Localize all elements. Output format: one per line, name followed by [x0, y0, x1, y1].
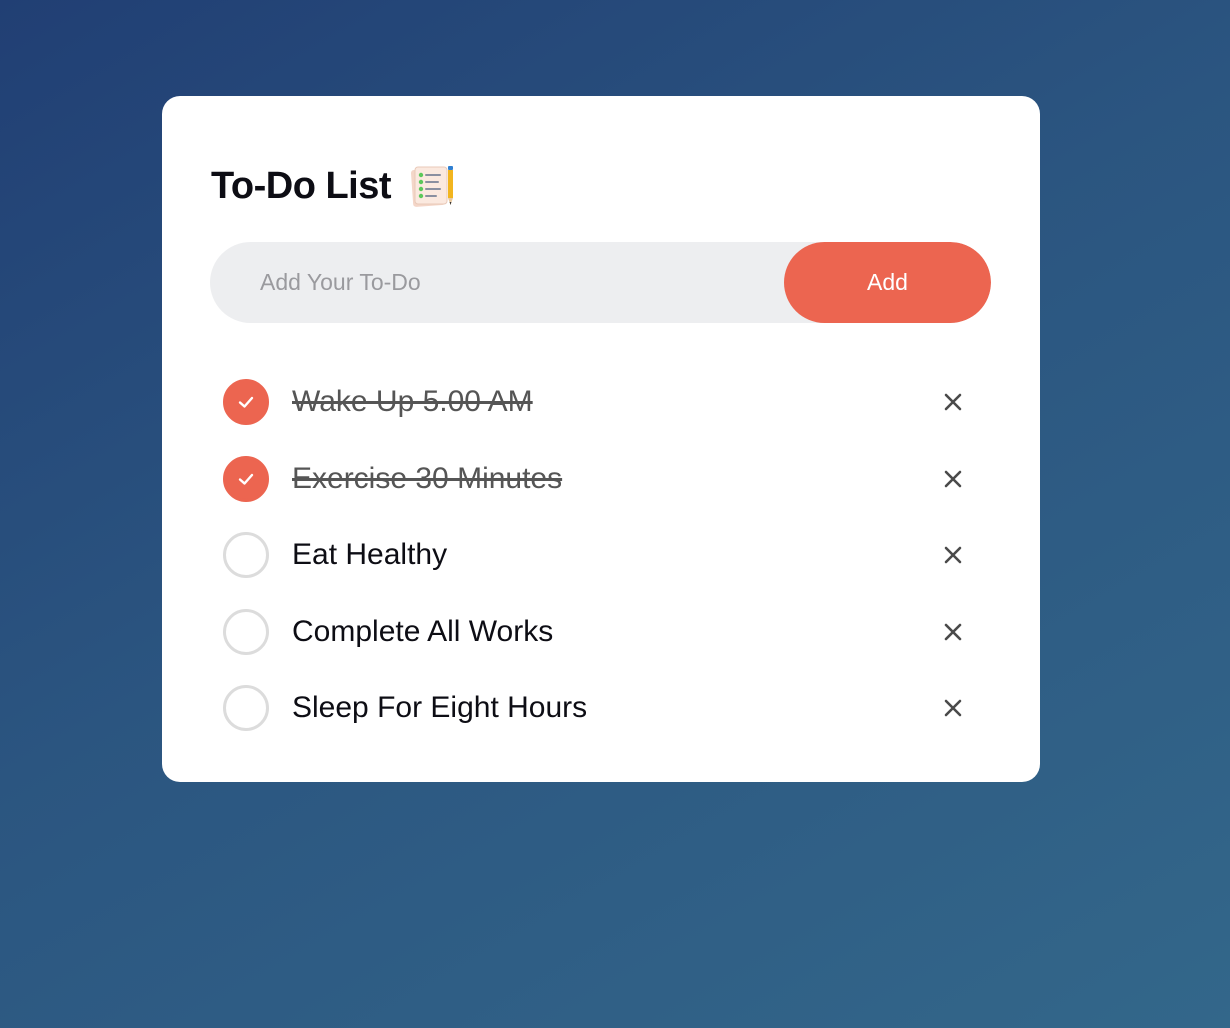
close-icon[interactable]: [938, 464, 968, 494]
add-button[interactable]: Add: [784, 242, 991, 323]
page-title: To-Do List: [211, 164, 392, 207]
list-item[interactable]: Exercise 30 Minutes: [223, 441, 983, 518]
list-item[interactable]: Sleep For Eight Hours: [223, 670, 983, 747]
todo-input[interactable]: [210, 242, 784, 323]
checkmark-icon: [238, 397, 254, 408]
todo-text: Eat Healthy: [292, 538, 448, 572]
checkbox-unchecked[interactable]: [223, 532, 269, 579]
todo-text: Exercise 30 Minutes: [292, 461, 563, 495]
checklist-notepad-icon: [409, 162, 457, 210]
checkbox-checked[interactable]: [223, 455, 269, 502]
checkbox-checked[interactable]: [223, 379, 269, 426]
close-icon[interactable]: [938, 617, 968, 647]
checkmark-icon: [238, 473, 254, 485]
checkbox-unchecked[interactable]: [223, 685, 269, 732]
todo-text: Sleep For Eight Hours: [292, 691, 588, 725]
checkbox-unchecked[interactable]: [223, 608, 269, 655]
todo-card: To-Do List Add Your To-Do Add Wake Up 5.…: [162, 96, 1040, 782]
list-item[interactable]: Complete All Works: [223, 594, 983, 671]
todo-text: Wake Up 5.00 AM: [292, 385, 533, 419]
add-todo-form: Add: [210, 242, 991, 323]
todo-list: Wake Up 5.00 AM Exercise 30 Minutes Eat …: [223, 364, 983, 747]
header: To-Do List: [211, 162, 457, 210]
list-item[interactable]: Eat Healthy: [223, 517, 983, 594]
close-icon[interactable]: [938, 387, 968, 417]
todo-text: Complete All Works: [292, 614, 554, 648]
close-icon[interactable]: [938, 693, 968, 723]
list-item[interactable]: Wake Up 5.00 AM: [223, 364, 983, 441]
close-icon[interactable]: [938, 540, 968, 570]
